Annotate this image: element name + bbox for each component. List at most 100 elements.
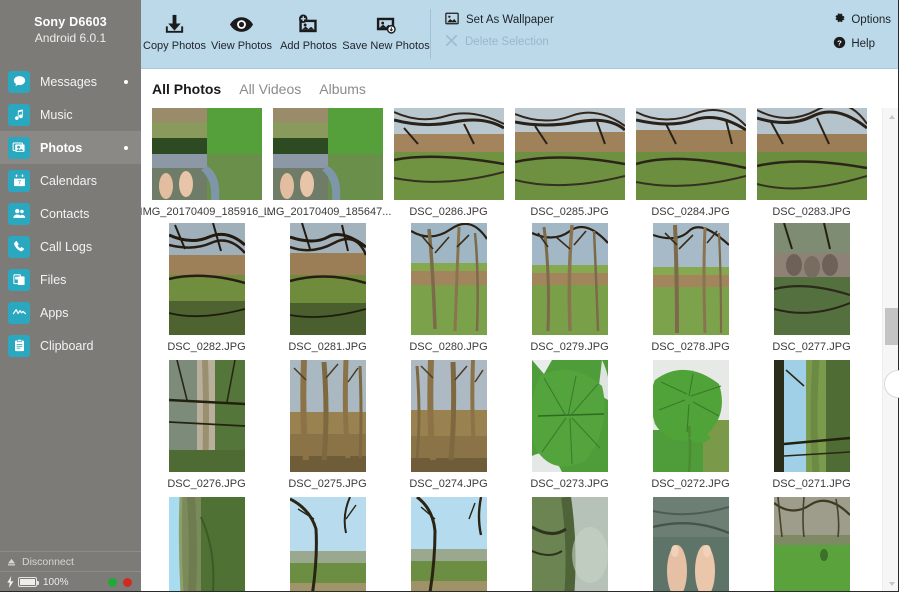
- sidebar-item-calendars[interactable]: 7 Calendars: [0, 164, 141, 197]
- eye-icon: [229, 10, 254, 38]
- photo-thumbnail[interactable]: [273, 108, 383, 200]
- photo-thumbnail[interactable]: [152, 108, 262, 200]
- photo-thumbnail[interactable]: [636, 108, 746, 200]
- photo-item[interactable]: [509, 497, 630, 592]
- help-button[interactable]: ? Help: [833, 36, 891, 52]
- toolbar-button-label: Add Photos: [280, 40, 337, 52]
- photo-item[interactable]: [146, 497, 267, 592]
- photo-caption: DSC_0281.JPG: [288, 341, 366, 353]
- sidebar-item-label: Apps: [40, 306, 69, 320]
- options-button[interactable]: Options: [833, 12, 891, 28]
- photo-grid-row: IMG_20170409_185916_...: [146, 108, 872, 218]
- photo-item[interactable]: DSC_0275.JPG: [267, 360, 388, 490]
- photo-thumbnail[interactable]: [411, 360, 487, 472]
- photo-item[interactable]: DSC_0272.JPG: [630, 360, 751, 490]
- sidebar-item-call-logs[interactable]: Call Logs: [0, 230, 141, 263]
- apps-icon: [8, 302, 30, 324]
- photo-item[interactable]: DSC_0283.JPG: [751, 108, 872, 218]
- photo-thumbnail[interactable]: [290, 497, 366, 592]
- sidebar-item-photos[interactable]: Photos: [0, 131, 141, 164]
- photo-thumbnail[interactable]: [774, 497, 850, 592]
- photo-item[interactable]: [630, 497, 751, 592]
- photo-caption: DSC_0284.JPG: [651, 206, 729, 218]
- tab-all-photos[interactable]: All Photos: [152, 81, 221, 97]
- device-info: Sony D6603 Android 6.0.1: [0, 0, 141, 63]
- toolbar: Copy Photos View Photos: [141, 0, 899, 69]
- photo-thumbnail[interactable]: [169, 360, 245, 472]
- photo-grid-row: [146, 497, 872, 592]
- photo-thumbnail[interactable]: [653, 360, 729, 472]
- disconnect-label: Disconnect: [22, 556, 74, 568]
- photo-thumbnail[interactable]: [532, 497, 608, 592]
- photo-caption: DSC_0279.JPG: [530, 341, 608, 353]
- photo-item[interactable]: DSC_0286.JPG: [388, 108, 509, 218]
- photo-item[interactable]: DSC_0271.JPG: [751, 360, 872, 490]
- photo-item[interactable]: DSC_0277.JPG: [751, 223, 872, 353]
- photo-caption: IMG_20170409_185916_...: [141, 206, 273, 218]
- photo-thumbnail[interactable]: [411, 497, 487, 592]
- photo-item[interactable]: DSC_0274.JPG: [388, 360, 509, 490]
- photo-thumbnail[interactable]: [774, 360, 850, 472]
- photo-item[interactable]: DSC_0282.JPG: [146, 223, 267, 353]
- sidebar-item-contacts[interactable]: Contacts: [0, 197, 141, 230]
- sidebar-item-files[interactable]: Files: [0, 263, 141, 296]
- scrollbar-thumb[interactable]: [885, 308, 898, 345]
- battery-icon: [18, 577, 37, 587]
- photo-item[interactable]: DSC_0285.JPG: [509, 108, 630, 218]
- toolbar-secondary-actions: Set As Wallpaper Delete Selection: [431, 0, 554, 50]
- set-as-wallpaper-button[interactable]: Set As Wallpaper: [445, 12, 554, 28]
- options-label: Options: [851, 14, 891, 26]
- contacts-icon: [8, 203, 30, 225]
- sidebar-item-apps[interactable]: Apps: [0, 296, 141, 329]
- photo-thumbnail[interactable]: [394, 108, 504, 200]
- sidebar-item-messages[interactable]: Messages: [0, 65, 141, 98]
- photo-thumbnail[interactable]: [757, 108, 867, 200]
- photo-thumbnail[interactable]: [653, 223, 729, 335]
- scroll-up-arrow-icon[interactable]: [883, 108, 899, 125]
- photo-item[interactable]: DSC_0273.JPG: [509, 360, 630, 490]
- scroll-down-arrow-icon[interactable]: [883, 575, 899, 592]
- photo-thumbnail[interactable]: [515, 108, 625, 200]
- photo-thumbnail[interactable]: [532, 223, 608, 335]
- save-new-photos-button[interactable]: Save New Photos: [342, 6, 430, 52]
- sidebar-item-label: Contacts: [40, 207, 89, 221]
- photo-item[interactable]: DSC_0278.JPG: [630, 223, 751, 353]
- photo-item[interactable]: DSC_0284.JPG: [630, 108, 751, 218]
- photo-thumbnail[interactable]: [169, 497, 245, 592]
- tab-all-videos[interactable]: All Videos: [239, 81, 301, 97]
- vertical-scrollbar[interactable]: [882, 108, 899, 592]
- photo-item[interactable]: IMG_20170409_185647...: [267, 108, 388, 218]
- copy-photos-button[interactable]: Copy Photos: [141, 6, 208, 52]
- device-name: Sony D6603: [0, 14, 141, 30]
- sidebar-item-music[interactable]: Music: [0, 98, 141, 131]
- download-icon: [163, 10, 186, 38]
- tab-albums[interactable]: Albums: [319, 81, 366, 97]
- sidebar-item-label: Music: [40, 108, 73, 122]
- photo-item[interactable]: [388, 497, 509, 592]
- photo-caption: DSC_0272.JPG: [651, 478, 729, 490]
- message-icon: [8, 71, 30, 93]
- photo-thumbnail[interactable]: [290, 360, 366, 472]
- photo-item[interactable]: DSC_0279.JPG: [509, 223, 630, 353]
- battery-status: 100%: [0, 571, 141, 592]
- photo-item[interactable]: [751, 497, 872, 592]
- toolbar-button-label: Save New Photos: [342, 40, 429, 52]
- view-photos-button[interactable]: View Photos: [208, 6, 275, 52]
- sidebar-item-clipboard[interactable]: Clipboard: [0, 329, 141, 362]
- photo-item[interactable]: [267, 497, 388, 592]
- photo-thumbnail[interactable]: [290, 223, 366, 335]
- toolbar-primary-actions: Copy Photos View Photos: [141, 0, 430, 52]
- photo-item[interactable]: DSC_0281.JPG: [267, 223, 388, 353]
- photo-item[interactable]: DSC_0280.JPG: [388, 223, 509, 353]
- photo-thumbnail[interactable]: [411, 223, 487, 335]
- photo-thumbnail[interactable]: [169, 223, 245, 335]
- photo-item[interactable]: DSC_0276.JPG: [146, 360, 267, 490]
- photo-grid[interactable]: IMG_20170409_185916_...: [141, 108, 882, 592]
- photo-caption: DSC_0280.JPG: [409, 341, 487, 353]
- photo-thumbnail[interactable]: [653, 497, 729, 592]
- add-photos-button[interactable]: Add Photos: [275, 6, 342, 52]
- photo-thumbnail[interactable]: [532, 360, 608, 472]
- photo-item[interactable]: IMG_20170409_185916_...: [146, 108, 267, 218]
- photo-thumbnail[interactable]: [774, 223, 850, 335]
- disconnect-button[interactable]: Disconnect: [0, 551, 141, 571]
